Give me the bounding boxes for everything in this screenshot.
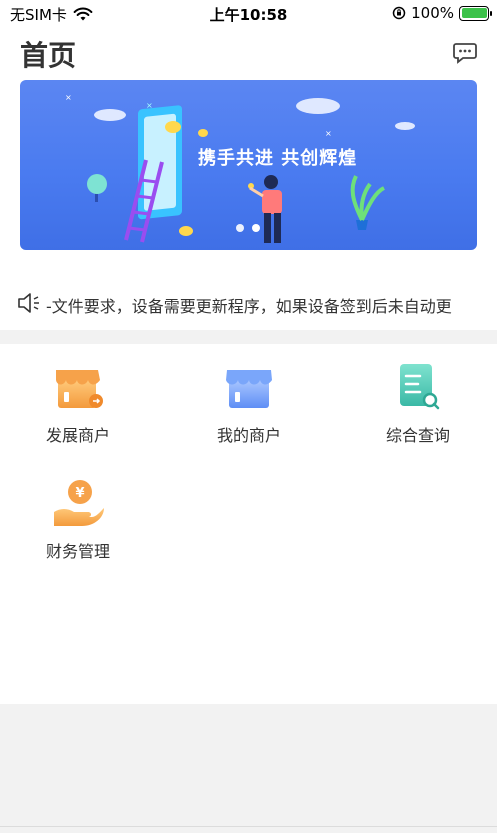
battery-level [461,8,487,18]
speaker-icon [18,293,39,313]
empty-area [0,704,497,833]
menu-item-my-merchant[interactable]: 我的商户 [179,358,319,446]
develop-merchant-store-icon [56,370,103,408]
battery-icon [459,5,492,21]
status-bar: 无SIM卡 上午10:58 100% [0,0,497,26]
carousel-dot-active[interactable] [252,224,260,232]
page-title: 首页 [20,39,77,72]
menu-item-develop-merchant[interactable]: 发展商户 [8,358,148,446]
carousel-dots [236,224,260,232]
menu-item-finance[interactable]: ¥ 财务管理 [8,474,148,562]
notice-text: -文件要求，设备需要更新程序，如果设备签到后未自动更 [46,297,452,316]
menu-label-finance: 财务管理 [45,542,110,561]
orientation-lock-icon [392,6,406,20]
my-merchant-store-icon [226,370,272,408]
finance-coin-hand-icon: ¥ [54,480,104,526]
notice-bar[interactable]: -文件要求，设备需要更新程序，如果设备签到后未自动更 [0,285,497,321]
menu-label-my-merchant: 我的商户 [216,426,281,445]
menu-label-develop-merchant: 发展商户 [45,426,110,445]
function-menu: 发展商户 我的商户 综合查询 ¥ 财务管理 [0,344,497,704]
menu-label-query: 综合查询 [385,426,450,445]
svg-text:¥: ¥ [75,486,84,501]
svg-text:×: × [325,129,332,138]
banner-carousel[interactable]: × × × 携手共进 共创辉煌 [20,80,477,250]
chat-bubble-icon[interactable] [453,42,477,64]
banner-slogan: 携手共进 共创辉煌 [198,148,358,169]
carousel-dot[interactable] [236,224,244,232]
query-document-icon [400,364,440,410]
status-right: 100% [392,4,492,22]
svg-text:×: × [65,93,72,102]
section-divider [0,330,497,344]
tab-bar-divider [0,826,497,827]
battery-percent: 100% [411,4,454,22]
menu-item-query[interactable]: 综合查询 [348,358,488,446]
